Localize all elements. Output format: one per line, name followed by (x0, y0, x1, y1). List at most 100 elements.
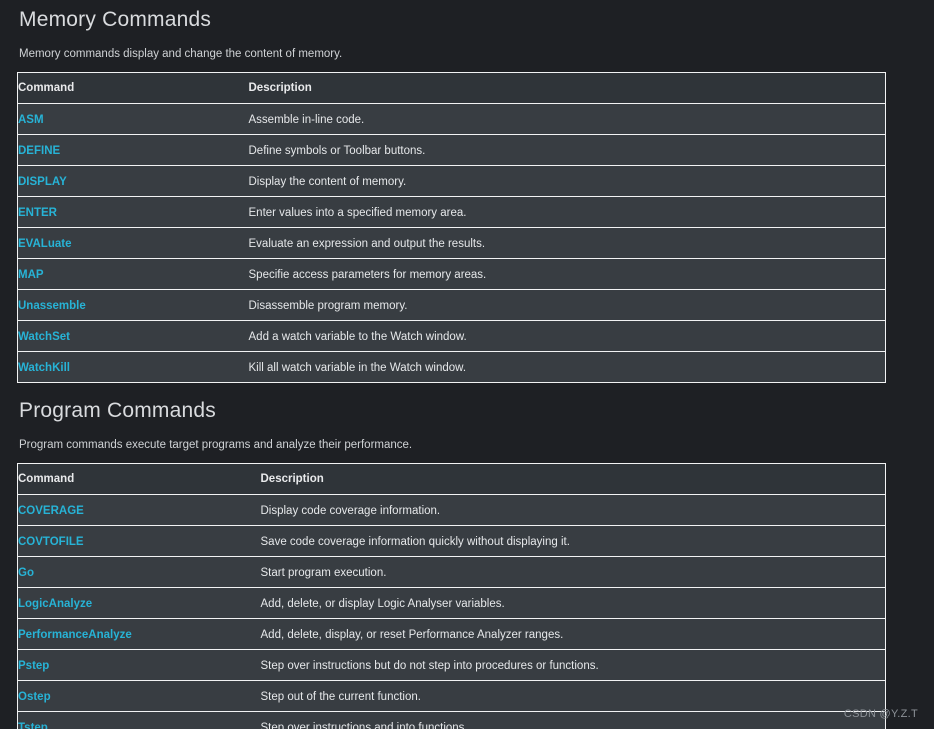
cell-description: Assemble in-line code. (248, 103, 886, 135)
command-link-pstep[interactable]: Pstep (18, 660, 49, 672)
command-link-ostep[interactable]: Ostep (18, 691, 51, 703)
cell-description: Enter values into a specified memory are… (248, 196, 886, 228)
cell-command: Pstep (17, 649, 261, 681)
description-text: Start program execution. (260, 567, 387, 579)
section-memory-commands: Memory Commands Memory commands display … (17, 0, 886, 383)
section-description: Memory commands display and change the c… (19, 48, 343, 60)
description-text: Kill all watch variable in the Watch win… (248, 362, 467, 374)
documentation-page: Memory Commands Memory commands display … (0, 0, 934, 729)
command-link-coverage[interactable]: COVERAGE (18, 505, 84, 517)
cell-description: Add, delete, display, or reset Performan… (260, 618, 886, 650)
cell-description: Disassemble program memory. (248, 289, 886, 321)
cell-command: Go (17, 556, 261, 588)
cell-description: Display code coverage information. (260, 494, 886, 526)
column-header-command: Command (17, 463, 261, 495)
table-row: Unassemble Disassemble program memory. (17, 289, 886, 321)
cell-command: PerformanceAnalyze (17, 618, 261, 650)
cell-command: LogicAnalyze (17, 587, 261, 619)
description-text: Display code coverage information. (260, 505, 441, 517)
cell-description: Define symbols or Toolbar buttons. (248, 134, 886, 166)
table-row: Ostep Step out of the current function. (17, 680, 886, 712)
column-header-description: Description (248, 72, 886, 104)
cell-description: Step over instructions but do not step i… (260, 649, 886, 681)
description-text: Specifie access parameters for memory ar… (248, 269, 487, 281)
cell-command: COVERAGE (17, 494, 261, 526)
table-row: ASM Assemble in-line code. (17, 103, 886, 135)
table-row: WatchSet Add a watch variable to the Wat… (17, 320, 886, 352)
cell-description: Add a watch variable to the Watch window… (248, 320, 886, 352)
command-link-enter[interactable]: ENTER (18, 207, 57, 219)
description-text: Add a watch variable to the Watch window… (248, 331, 467, 343)
description-text: Step out of the current function. (260, 691, 421, 703)
cell-command: Unassemble (17, 289, 249, 321)
cell-command: DEFINE (17, 134, 249, 166)
table-header: Command Description (17, 463, 886, 495)
watermark: CSDN @Y.Z.T (843, 708, 918, 720)
table-row: Go Start program execution. (17, 556, 886, 588)
description-text: Disassemble program memory. (248, 300, 408, 312)
cell-command: WatchKill (17, 351, 249, 383)
table-row: COVTOFILE Save code coverage information… (17, 525, 886, 557)
description-text: Add, delete, or display Logic Analyser v… (260, 598, 505, 610)
cell-description: Step over instructions and into function… (260, 711, 886, 729)
table-row: EVALuate Evaluate an expression and outp… (17, 227, 886, 259)
cell-description: Display the content of memory. (248, 165, 886, 197)
cell-description: Kill all watch variable in the Watch win… (248, 351, 886, 383)
section-program-commands: Program Commands Program commands execut… (17, 391, 886, 729)
description-text: Define symbols or Toolbar buttons. (248, 145, 426, 157)
table-body: COVERAGE Display code coverage informati… (17, 494, 886, 729)
cell-description: Step out of the current function. (260, 680, 886, 712)
cell-command: Ostep (17, 680, 261, 712)
description-text: Step over instructions but do not step i… (260, 660, 599, 672)
table-row: DEFINE Define symbols or Toolbar buttons… (17, 134, 886, 166)
command-link-define[interactable]: DEFINE (18, 145, 60, 157)
command-link-watchkill[interactable]: WatchKill (18, 362, 70, 374)
command-link-logicanalyze[interactable]: LogicAnalyze (18, 598, 92, 610)
cell-command: DISPLAY (17, 165, 249, 197)
table-row: WatchKill Kill all watch variable in the… (17, 351, 886, 383)
cell-command: MAP (17, 258, 249, 290)
page-title-secondary: Program Commands (19, 399, 216, 422)
table-row: Tstep Step over instructions and into fu… (17, 711, 886, 729)
description-text: Step over instructions and into function… (260, 722, 468, 729)
command-link-asm[interactable]: ASM (18, 114, 44, 126)
description-text: Evaluate an expression and output the re… (248, 238, 486, 250)
memory-commands-table: Command Description ASM Assemble in-line… (17, 72, 886, 383)
page-title: Memory Commands (19, 8, 212, 31)
description-text: Assemble in-line code. (248, 114, 365, 126)
table-row: COVERAGE Display code coverage informati… (17, 494, 886, 526)
table-row: ENTER Enter values into a specified memo… (17, 196, 886, 228)
command-link-go[interactable]: Go (18, 567, 34, 579)
table-header-row: Command Description (17, 463, 886, 495)
table-header-row: Command Description (17, 72, 886, 104)
command-link-covtofile[interactable]: COVTOFILE (18, 536, 84, 548)
command-link-map[interactable]: MAP (18, 269, 44, 281)
command-link-performanceanalyze[interactable]: PerformanceAnalyze (18, 629, 132, 641)
description-text: Save code coverage information quickly w… (260, 536, 570, 548)
table-row: Pstep Step over instructions but do not … (17, 649, 886, 681)
description-text: Display the content of memory. (248, 176, 407, 188)
table-header: Command Description (17, 72, 886, 104)
column-header-command: Command (17, 72, 249, 104)
description-text: Add, delete, display, or reset Performan… (260, 629, 564, 641)
command-link-watchset[interactable]: WatchSet (18, 331, 70, 343)
table-row: MAP Specifie access parameters for memor… (17, 258, 886, 290)
cell-description: Save code coverage information quickly w… (260, 525, 886, 557)
cell-command: COVTOFILE (17, 525, 261, 557)
cell-description: Specifie access parameters for memory ar… (248, 258, 886, 290)
cell-description: Evaluate an expression and output the re… (248, 227, 886, 259)
section-description: Program commands execute target programs… (19, 439, 413, 451)
cell-command: EVALuate (17, 227, 249, 259)
command-link-evaluate[interactable]: EVALuate (18, 238, 71, 250)
command-link-display[interactable]: DISPLAY (18, 176, 67, 188)
cell-command: ASM (17, 103, 249, 135)
table-body: ASM Assemble in-line code. DEFINE Define… (17, 103, 886, 383)
command-link-tstep[interactable]: Tstep (18, 722, 48, 729)
cell-description: Start program execution. (260, 556, 886, 588)
table-row: DISPLAY Display the content of memory. (17, 165, 886, 197)
command-link-unassemble[interactable]: Unassemble (18, 300, 86, 312)
cell-description: Add, delete, or display Logic Analyser v… (260, 587, 886, 619)
cell-command: Tstep (17, 711, 261, 729)
table-row: PerformanceAnalyze Add, delete, display,… (17, 618, 886, 650)
